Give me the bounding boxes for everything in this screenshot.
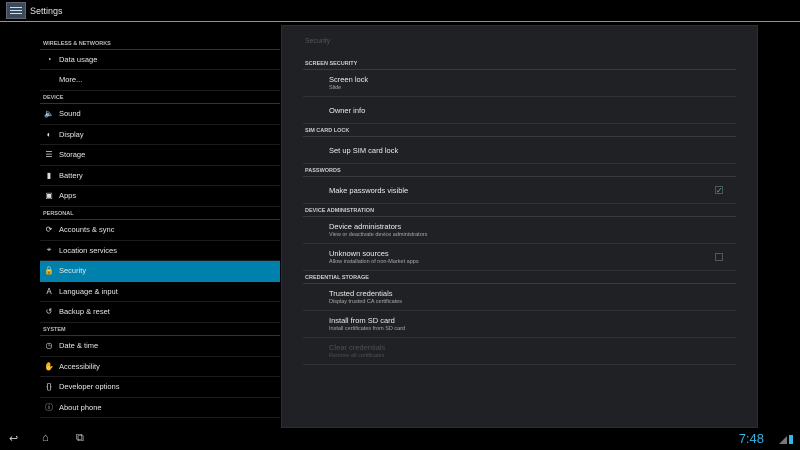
sidebar-header: SYSTEM: [40, 323, 280, 336]
checked-checkbox[interactable]: ✓: [715, 186, 723, 195]
braces-icon: {}: [46, 382, 52, 392]
pref-install-from-sd-card[interactable]: Install from SD card Install certificates…: [303, 311, 736, 338]
preference-category: CREDENTIAL STORAGE: [303, 271, 736, 284]
signal-battery-icon[interactable]: [779, 434, 794, 444]
pref-set-up-sim-card-lock[interactable]: Set up SIM card lock: [303, 137, 736, 164]
sidebar-item-battery[interactable]: ▮ Battery: [40, 166, 280, 186]
sidebar-item-label: Backup & reset: [59, 307, 110, 317]
sidebar-item-backup-reset[interactable]: ↺ Backup & reset: [40, 302, 280, 323]
pref-make-passwords-visible[interactable]: Make passwords visible ✓: [303, 177, 736, 204]
action-bar: Settings: [0, 0, 800, 22]
sidebar-header: DEVICE: [40, 91, 280, 104]
apps-icon: ▣: [45, 191, 53, 201]
sidebar-item-label: Date & time: [59, 341, 99, 351]
pref-device-administrators[interactable]: Device administrators View or deactivate …: [303, 217, 736, 244]
clock-icon: ◷: [45, 341, 53, 351]
pref-unknown-sources[interactable]: Unknown sources Allow installation of non…: [303, 244, 736, 271]
recent-apps-icon[interactable]: ⧉: [76, 432, 84, 445]
sidebar-item-about-phone[interactable]: ⓘ About phone: [40, 398, 280, 418]
lock-icon: 🔒: [44, 266, 54, 276]
preference-title: Device administrators: [329, 222, 402, 231]
sidebar-item-label: Security: [59, 266, 87, 276]
security-preferences-list: SCREEN SECURITY Screen lock Slide Owner inf…: [303, 57, 736, 365]
sidebar-item-storage[interactable]: ☰ Storage: [40, 145, 280, 166]
info-icon: ⓘ: [45, 402, 53, 412]
preference-summary: Allow installation of non-Market apps: [329, 259, 419, 265]
sidebar-item-label: Data usage: [59, 54, 98, 64]
sidebar-item-developer-options[interactable]: {} Developer options: [40, 377, 280, 398]
clock[interactable]: 7:48: [739, 431, 764, 446]
preference-category: SIM CARD LOCK: [303, 124, 736, 137]
settings-headers-list: WIRELESS & NETWORKS ◔ Data usage More... DEV…: [40, 36, 280, 418]
display-icon: ◐: [46, 129, 52, 139]
preference-title: Set up SIM card lock: [329, 145, 399, 155]
preference-title: Make passwords visible: [329, 185, 409, 195]
unchecked-checkbox[interactable]: [715, 253, 723, 261]
sidebar-item-label: Accounts & sync: [59, 225, 115, 235]
preference-summary: Slide: [329, 85, 342, 91]
preference-summary: Remove all certificates: [329, 353, 385, 359]
preference-summary: View or deactivate device administrators: [329, 232, 428, 238]
preference-category: SCREEN SECURITY: [303, 57, 736, 70]
sidebar-header: PERSONAL: [40, 207, 280, 220]
app-title: Settings: [30, 5, 63, 16]
sidebar-item-label: Storage: [59, 150, 86, 160]
sidebar-item-accounts-sync[interactable]: ⟳ Accounts & sync: [40, 220, 280, 241]
preference-title: Owner info: [329, 105, 366, 115]
pref-owner-info[interactable]: Owner info: [303, 97, 736, 124]
storage-icon: ☰: [45, 150, 53, 160]
sidebar-item-data-usage[interactable]: ◔ Data usage: [40, 50, 280, 70]
sidebar-item-label: About phone: [59, 402, 102, 412]
sidebar-item-label: Battery: [59, 170, 83, 180]
sidebar-item-label: Sound: [59, 109, 81, 119]
sidebar-item-sound[interactable]: 🔈 Sound: [40, 104, 280, 125]
pref-screen-lock[interactable]: Screen lock Slide: [303, 70, 736, 97]
sidebar-item-more[interactable]: More...: [40, 70, 280, 91]
pref-trusted-credentials[interactable]: Trusted credentials Display trusted CA ce…: [303, 284, 736, 311]
sidebar-header: WIRELESS & NETWORKS: [40, 36, 280, 50]
sidebar-item-location-services[interactable]: ⌖ Location services: [40, 241, 280, 261]
battery-icon: ▮: [46, 170, 52, 180]
sidebar-item-label: Apps: [59, 191, 77, 201]
preference-summary: Install certificates from SD card: [329, 326, 406, 332]
sync-icon: ⟳: [45, 225, 53, 235]
sidebar-item-label: Display: [59, 129, 84, 139]
sidebar-item-label: Location services: [59, 245, 117, 255]
preference-category: DEVICE ADMINISTRATION: [303, 204, 736, 217]
sidebar-item-display[interactable]: ◐ Display: [40, 125, 280, 145]
pref-clear-credentials: Clear credentials Remove all certificates: [303, 338, 736, 365]
preference-summary: Display trusted CA certificates: [329, 299, 403, 305]
sidebar-item-language-input[interactable]: A Language & input: [40, 282, 280, 302]
preference-title: Install from SD card: [329, 316, 395, 325]
sidebar-item-accessibility[interactable]: ✋ Accessibility: [40, 357, 280, 377]
sound-icon: 🔈: [44, 109, 54, 119]
sidebar-item-label: Accessibility: [59, 361, 100, 371]
preference-category: PASSWORDS: [303, 164, 736, 177]
location-icon: ⌖: [46, 245, 52, 255]
hand-icon: ✋: [44, 361, 54, 371]
sidebar-item-date-time[interactable]: ◷ Date & time: [40, 336, 280, 357]
preference-title: Unknown sources: [329, 249, 389, 258]
sidebar-item-label: Language & input: [59, 286, 118, 296]
preference-title: Trusted credentials: [329, 289, 393, 298]
panel-title: Security: [305, 38, 331, 45]
security-panel: Security SCREEN SECURITY Screen lock Slide…: [281, 25, 758, 428]
settings-app-icon[interactable]: [6, 2, 26, 19]
sidebar-item-apps[interactable]: ▣ Apps: [40, 186, 280, 207]
sidebar-item-label: More...: [59, 75, 83, 85]
home-icon[interactable]: ⌂: [42, 432, 49, 444]
backup-icon: ↺: [45, 307, 53, 317]
language-icon: A: [46, 286, 52, 296]
sidebar-item-label: Developer options: [59, 382, 120, 392]
preference-title: Clear credentials: [329, 343, 386, 352]
navigation-bar: ↩ ⌂ ⧉: [0, 428, 800, 450]
sidebar-item-security[interactable]: 🔒 Security: [40, 261, 280, 282]
preference-title: Screen lock: [329, 75, 369, 84]
back-icon[interactable]: ↩: [9, 432, 18, 445]
data-usage-icon: ◔: [46, 54, 52, 64]
